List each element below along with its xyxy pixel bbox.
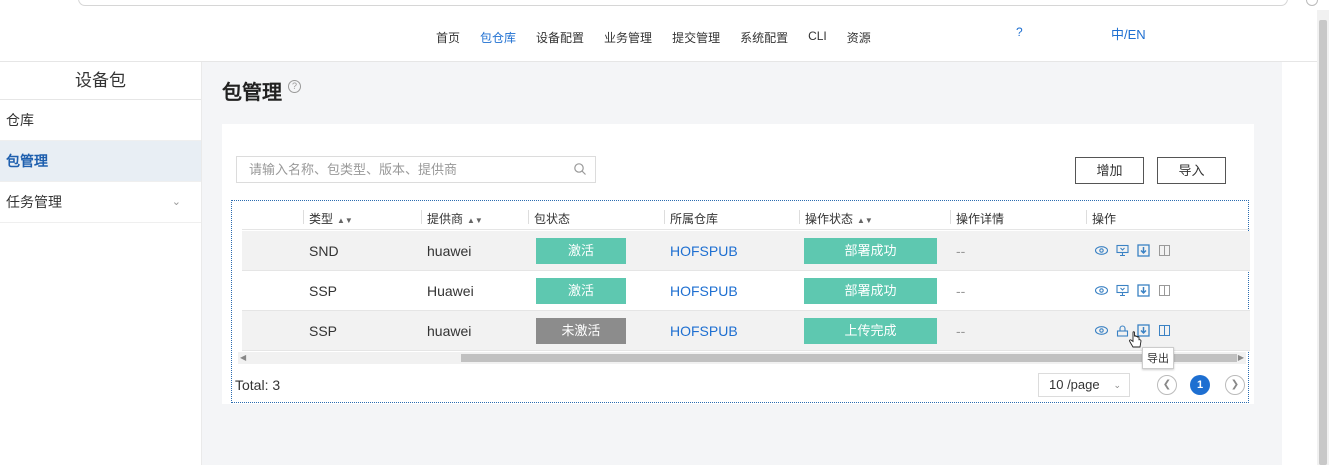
columns-icon[interactable]: [1157, 323, 1172, 338]
mouse-cursor-icon: [1129, 331, 1142, 348]
search-input[interactable]: [237, 157, 557, 182]
page-size-select[interactable]: 10 /page ⌄: [1038, 373, 1130, 397]
columns-icon[interactable]: [1157, 243, 1172, 258]
package-table: 类型 ▲▼ 提供商 ▲▼ 包状态 所属仓库 操作状态 ▲▼ 操作详情 操作 SND h…: [231, 200, 1250, 403]
cell-type: SSP: [309, 283, 338, 299]
add-button[interactable]: 增加: [1075, 157, 1144, 184]
column-actions: 操作: [1086, 210, 1116, 227]
sidebar-item-package-mgmt[interactable]: 包管理: [0, 141, 201, 182]
repository-link[interactable]: HOFSPUB: [670, 243, 738, 259]
export-icon[interactable]: [1136, 243, 1151, 258]
table-row: SND huawei 激活 HOFSPUB 部署成功 --: [242, 231, 1250, 271]
vertical-scrollbar[interactable]: [1317, 10, 1329, 465]
horizontal-scrollbar-thumb[interactable]: [461, 354, 1237, 362]
row-actions: [1094, 243, 1172, 258]
deploy-icon[interactable]: [1115, 243, 1130, 258]
page-title: 包管理: [222, 82, 282, 104]
sidebar: 设备包 仓库 包管理 任务管理 ⌄: [0, 62, 202, 465]
eye-icon[interactable]: [1094, 323, 1109, 338]
address-bar[interactable]: [78, 0, 1288, 6]
column-op-status[interactable]: 操作状态 ▲▼: [799, 210, 873, 227]
horizontal-scrollbar[interactable]: ◀ ▶: [238, 352, 1246, 364]
deploy-icon[interactable]: [1115, 283, 1130, 298]
op-status-badge: 上传完成: [804, 318, 937, 344]
column-op-detail: 操作详情: [950, 210, 1004, 227]
row-actions: [1094, 283, 1172, 298]
cell-provider: huawei: [427, 243, 472, 259]
table-row: SSP huawei 未激活 HOFSPUB 上传完成 --: [242, 311, 1250, 351]
cell-detail: --: [956, 283, 966, 299]
sidebar-title: 设备包: [0, 62, 201, 100]
nav-home[interactable]: 首页: [436, 29, 460, 46]
browser-chrome: [0, 0, 1329, 10]
sort-icon: ▲▼: [337, 216, 353, 225]
sidebar-item-label: 仓库: [6, 112, 34, 128]
sidebar-item-task-mgmt[interactable]: 任务管理 ⌄: [0, 182, 201, 223]
eye-icon[interactable]: [1094, 283, 1109, 298]
top-header: 首页 包仓库 设备配置 业务管理 提交管理 系统配置 CLI 资源 ? 中/EN: [0, 10, 1317, 62]
op-status-badge: 部署成功: [804, 238, 937, 264]
package-card: 增加 导入 类型▲▼ 提供商▲▼ 包状态 所属仓库 操作状态▲▼ 操作详情 操作…: [222, 124, 1254, 404]
sort-icon: ▲▼: [467, 216, 483, 225]
nav-service-mgmt[interactable]: 业务管理: [604, 29, 652, 46]
total-count: Total: 3: [235, 377, 281, 393]
eye-icon[interactable]: [1094, 243, 1109, 258]
profile-icon[interactable]: [1306, 0, 1318, 6]
op-status-badge: 部署成功: [804, 278, 937, 304]
cell-type: SSP: [309, 323, 338, 339]
export-tooltip: 导出: [1142, 347, 1174, 369]
scroll-right-icon[interactable]: ▶: [1238, 352, 1244, 364]
main-nav: 首页 包仓库 设备配置 业务管理 提交管理 系统配置 CLI 资源: [436, 29, 891, 46]
search-box: [236, 156, 596, 183]
status-badge: 未激活: [536, 318, 626, 344]
search-icon[interactable]: [573, 162, 587, 176]
table-header: 类型 ▲▼ 提供商 ▲▼ 包状态 所属仓库 操作状态 ▲▼ 操作详情 操作: [242, 207, 1250, 230]
nav-resources[interactable]: 资源: [847, 29, 871, 46]
nav-package-repo[interactable]: 包仓库: [480, 29, 516, 46]
sort-icon: ▲▼: [857, 216, 873, 225]
language-switch[interactable]: 中/EN: [1111, 24, 1146, 43]
nav-system-config[interactable]: 系统配置: [740, 29, 788, 46]
column-type[interactable]: 类型 ▲▼: [303, 210, 353, 227]
cell-detail: --: [956, 323, 966, 339]
cell-detail: --: [956, 243, 966, 259]
next-page-button[interactable]: ❯: [1225, 375, 1245, 395]
scroll-left-icon[interactable]: ◀: [240, 352, 246, 364]
export-icon[interactable]: [1136, 283, 1151, 298]
import-button[interactable]: 导入: [1157, 157, 1226, 184]
nav-device-config[interactable]: 设备配置: [536, 29, 584, 46]
prev-page-button[interactable]: ❮: [1157, 375, 1177, 395]
cell-provider: huawei: [427, 323, 472, 339]
columns-icon[interactable]: [1157, 283, 1172, 298]
repository-link[interactable]: HOFSPUB: [670, 283, 738, 299]
table-row: SSP Huawei 激活 HOFSPUB 部署成功 --: [242, 271, 1250, 311]
help-link[interactable]: ?: [1016, 25, 1023, 39]
column-provider[interactable]: 提供商 ▲▼: [421, 210, 483, 227]
nav-commit-mgmt[interactable]: 提交管理: [672, 29, 720, 46]
vertical-scrollbar-thumb[interactable]: [1319, 20, 1327, 465]
status-badge: 激活: [536, 278, 626, 304]
current-page[interactable]: 1: [1190, 375, 1210, 395]
cell-provider: Huawei: [427, 283, 474, 299]
status-badge: 激活: [536, 238, 626, 264]
sidebar-item-label: 包管理: [6, 153, 48, 169]
nav-cli[interactable]: CLI: [808, 29, 827, 46]
column-repository: 所属仓库: [664, 210, 718, 227]
sidebar-item-label: 任务管理: [6, 194, 62, 210]
cell-type: SND: [309, 243, 339, 259]
sidebar-item-repository[interactable]: 仓库: [0, 100, 201, 141]
question-icon[interactable]: ?: [288, 80, 301, 93]
main-content: 包管理 ? 增加 导入 类型▲▼ 提供商▲▼ 包状态 所属仓库 操作状态▲▼ 操…: [202, 62, 1282, 465]
chevron-down-icon: ⌄: [171, 196, 181, 208]
chevron-down-icon: ⌄: [1113, 380, 1121, 390]
repository-link[interactable]: HOFSPUB: [670, 323, 738, 339]
column-pkg-status: 包状态: [528, 210, 570, 227]
